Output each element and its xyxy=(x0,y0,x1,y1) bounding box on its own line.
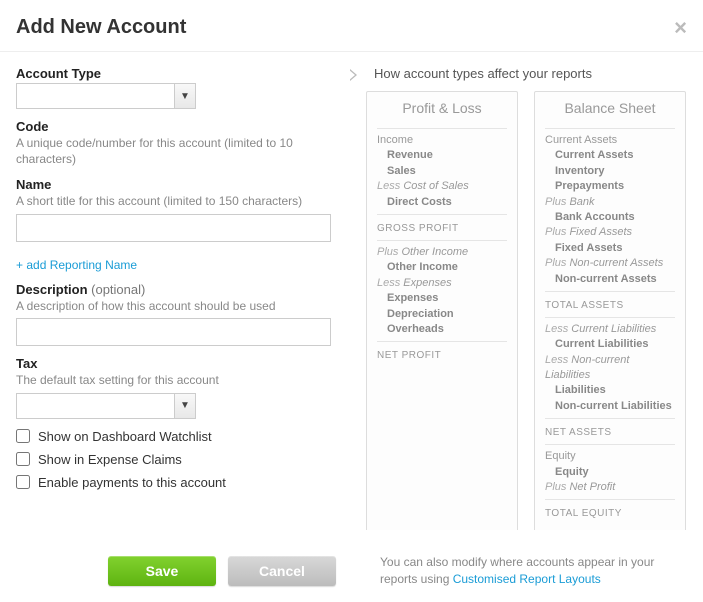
report-line: Equity xyxy=(545,465,675,480)
report-line: Income xyxy=(377,133,507,148)
report-line: Equity xyxy=(545,449,675,464)
report-line: TOTAL EQUITY xyxy=(545,504,675,521)
report-line: NET PROFIT xyxy=(377,346,507,363)
report-line: Inventory xyxy=(545,164,675,179)
report-line: Less Expenses xyxy=(377,276,507,291)
account-type-select[interactable] xyxy=(16,83,196,109)
report-line: Plus Bank xyxy=(545,195,675,210)
expense-claims-checkbox-row[interactable]: Show in Expense Claims xyxy=(16,452,340,467)
expense-claims-label: Show in Expense Claims xyxy=(38,452,182,467)
tax-select[interactable] xyxy=(16,393,196,419)
enable-payments-checkbox-row[interactable]: Enable payments to this account xyxy=(16,475,340,490)
report-line: Other Income xyxy=(377,260,507,275)
code-hint: A unique code/number for this account (l… xyxy=(16,136,340,167)
customised-report-layouts-link[interactable]: Customised Report Layouts xyxy=(453,572,601,586)
report-line: Current Liabilities xyxy=(545,337,675,352)
report-line: Direct Costs xyxy=(377,195,507,210)
profit-loss-title: Profit & Loss xyxy=(377,100,507,120)
account-type-field: Account Type ▼ xyxy=(16,66,340,109)
report-line: Revenue xyxy=(377,148,507,163)
tax-hint: The default tax setting for this account xyxy=(16,373,340,389)
description-label: Description (optional) xyxy=(16,282,340,297)
report-line: Plus Fixed Assets xyxy=(545,225,675,240)
form-column: Account Type ▼ Code A unique code/number… xyxy=(16,66,356,536)
report-line: TOTAL ASSETS xyxy=(545,296,675,313)
report-line: Bank Accounts xyxy=(545,210,675,225)
report-line: Plus Net Profit xyxy=(545,480,675,495)
description-field: Description (optional) A description of … xyxy=(16,282,340,347)
dashboard-watchlist-checkbox-row[interactable]: Show on Dashboard Watchlist xyxy=(16,429,340,444)
report-line: NET ASSETS xyxy=(545,423,675,440)
dashboard-watchlist-checkbox[interactable] xyxy=(16,429,30,443)
cancel-button[interactable]: Cancel xyxy=(228,556,336,586)
report-line: Non-current Liabilities xyxy=(545,399,675,414)
tax-label: Tax xyxy=(16,356,340,371)
report-line: Fixed Assets xyxy=(545,241,675,256)
report-line: Less Non-current Liabilities xyxy=(545,353,675,384)
report-line: Non-current Assets xyxy=(545,272,675,287)
report-line: Liabilities xyxy=(545,383,675,398)
account-type-label: Account Type xyxy=(16,66,340,81)
report-line: Current Assets xyxy=(545,148,675,163)
modal-title: Add New Account xyxy=(16,16,186,39)
footer-actions: Save Cancel xyxy=(0,546,340,602)
report-line: Prepayments xyxy=(545,179,675,194)
name-field: Name A short title for this account (lim… xyxy=(16,177,340,242)
dashboard-watchlist-label: Show on Dashboard Watchlist xyxy=(38,429,212,444)
code-field: Code A unique code/number for this accou… xyxy=(16,119,340,167)
expense-claims-checkbox[interactable] xyxy=(16,452,30,466)
report-line: Sales xyxy=(377,164,507,179)
balance-sheet-card: Balance Sheet Current Assets Current Ass… xyxy=(534,91,686,536)
report-line: Less Current Liabilities xyxy=(545,322,675,337)
name-hint: A short title for this account (limited … xyxy=(16,194,340,210)
add-reporting-name-link[interactable]: + add Reporting Name xyxy=(16,258,137,272)
add-account-modal: Add New Account × Account Type ▼ Code A … xyxy=(0,0,703,602)
profit-loss-card: Profit & Loss Income Revenue Sales Less … xyxy=(366,91,518,536)
report-line: Depreciation xyxy=(377,307,507,322)
report-line: Overheads xyxy=(377,322,507,337)
reports-preview-column: How account types affect your reports Pr… xyxy=(356,66,687,536)
description-input[interactable] xyxy=(16,318,331,346)
footer-note: You can also modify where accounts appea… xyxy=(364,546,703,588)
report-line: Less Less Cost of SalesCost of Sales xyxy=(377,179,507,194)
balance-sheet-title: Balance Sheet xyxy=(545,100,675,120)
name-label: Name xyxy=(16,177,340,192)
reports-preview-title: How account types affect your reports xyxy=(374,66,687,81)
report-line: Expenses xyxy=(377,291,507,306)
report-line: Plus Non-current Assets xyxy=(545,256,675,271)
name-input[interactable] xyxy=(16,214,331,242)
code-label: Code xyxy=(16,119,340,134)
modal-header: Add New Account × xyxy=(0,0,703,52)
report-line: Current Assets xyxy=(545,133,675,148)
description-hint: A description of how this account should… xyxy=(16,299,340,315)
report-line: GROSS PROFIT xyxy=(377,219,507,236)
save-button[interactable]: Save xyxy=(108,556,216,586)
enable-payments-label: Enable payments to this account xyxy=(38,475,226,490)
tax-field: Tax The default tax setting for this acc… xyxy=(16,356,340,419)
close-icon[interactable]: × xyxy=(674,17,687,39)
arrow-right-icon xyxy=(346,66,360,86)
report-line: Plus Other Income xyxy=(377,245,507,260)
enable-payments-checkbox[interactable] xyxy=(16,475,30,489)
